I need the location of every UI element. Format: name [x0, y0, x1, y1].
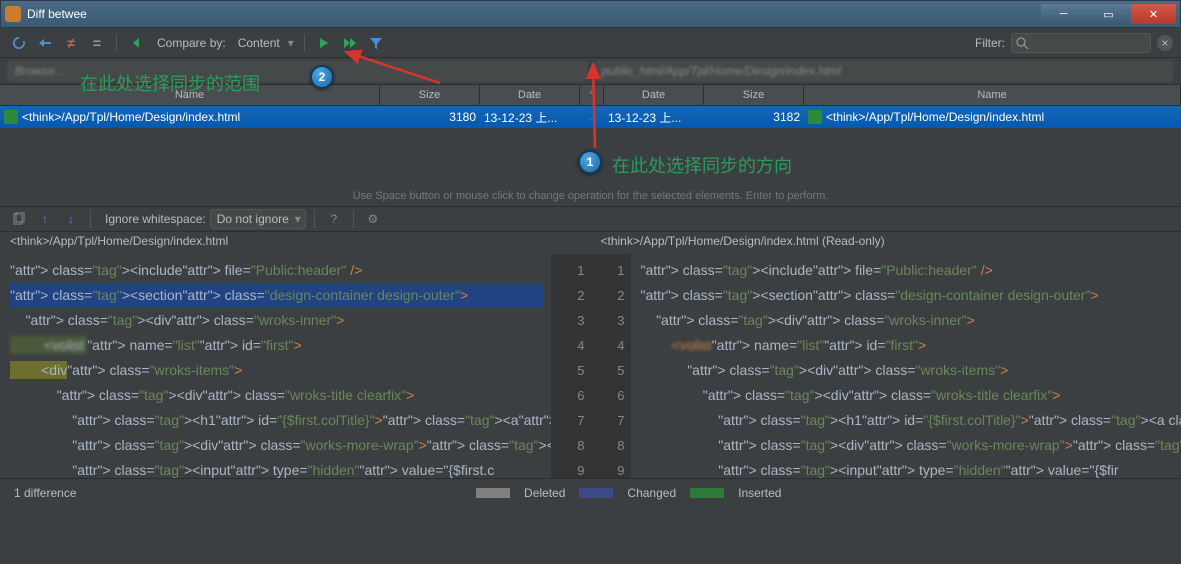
left-pane-title: <think>/App/Tpl/Home/Design/index.html [0, 232, 591, 254]
status-bar: 1 difference Deleted Changed Inserted [0, 478, 1181, 506]
swap-button[interactable] [34, 32, 56, 54]
app-icon [5, 6, 21, 22]
col-size-right[interactable]: Size [704, 85, 804, 105]
file-list-empty [0, 128, 1181, 186]
right-file-size: 3182 [704, 110, 804, 124]
next-diff-button[interactable]: ↓ [60, 208, 82, 230]
left-file-name: <think>/App/Tpl/Home/Design/index.html [22, 110, 240, 124]
maximize-button[interactable]: ▭ [1086, 4, 1131, 24]
compare-by-label: Compare by: [157, 36, 226, 50]
col-date-left[interactable]: Date [480, 85, 580, 105]
window-title: Diff betwee [27, 7, 1041, 21]
diff-count: 1 difference [14, 486, 77, 500]
not-equal-button[interactable]: ≠ [60, 32, 82, 54]
sync-run-button[interactable] [313, 32, 335, 54]
search-icon [1015, 36, 1029, 50]
prev-diff-button[interactable]: ↑ [34, 208, 56, 230]
refresh-button[interactable] [8, 32, 30, 54]
right-file-name: <think>/App/Tpl/Home/Design/index.html [826, 110, 1044, 124]
col-date-right[interactable]: Date [604, 85, 704, 105]
html-file-icon [808, 110, 822, 124]
help-button[interactable]: ? [323, 208, 345, 230]
sync-direction-icon[interactable]: → [580, 110, 604, 124]
settings-icon[interactable]: ⚙ [362, 208, 384, 230]
paths-row: Browse... public_html/App/Tpl/Home/Desig… [0, 58, 1181, 84]
compare-by-select[interactable]: Content [232, 34, 296, 52]
minimize-button[interactable]: ─ [1041, 4, 1086, 24]
copy-button[interactable] [8, 208, 30, 230]
file-row[interactable]: <think>/App/Tpl/Home/Design/index.html 3… [0, 106, 1181, 128]
filter-icon[interactable] [365, 32, 387, 54]
col-name-right[interactable]: Name [804, 85, 1181, 105]
left-code-pane[interactable]: "attr"> class="tag"><include"attr"> file… [0, 254, 591, 478]
left-path-input[interactable]: Browse... [8, 61, 587, 81]
left-file-size: 3180 [380, 110, 480, 124]
ignore-whitespace-label: Ignore whitespace: [105, 212, 206, 226]
sync-run-all-button[interactable] [339, 32, 361, 54]
file-table-header: Name Size Date * Date Size Name [0, 84, 1181, 106]
close-button[interactable]: ✕ [1131, 4, 1176, 24]
right-path-input[interactable]: public_html/App/Tpl/Home/Design/index.ht… [595, 61, 1174, 81]
legend-deleted-swatch [476, 488, 510, 498]
right-gutter: 123456789 [591, 254, 631, 478]
col-name-left[interactable]: Name [0, 85, 380, 105]
main-toolbar: ≠ = Compare by: Content Filter: × [0, 28, 1181, 58]
col-size-left[interactable]: Size [380, 85, 480, 105]
legend-changed: Changed [627, 486, 676, 500]
clear-filter-button[interactable]: × [1157, 35, 1173, 51]
right-code-pane[interactable]: 123456789 "attr"> class="tag"><include"a… [591, 254, 1181, 478]
left-gutter: 123456789 [551, 254, 591, 478]
right-file-date: 13-12-23 上... [604, 109, 704, 126]
left-file-date: 13-12-23 上... [480, 109, 580, 126]
filter-label: Filter: [975, 36, 1005, 50]
hint-text: Use Space button or mouse click to chang… [0, 186, 1181, 206]
diff-toolbar: ↑ ↓ Ignore whitespace: Do not ignore ? ⚙ [0, 206, 1181, 232]
legend-changed-swatch [579, 488, 613, 498]
legend-deleted: Deleted [524, 486, 565, 500]
sync-back-button[interactable] [125, 32, 147, 54]
legend-inserted: Inserted [738, 486, 781, 500]
html-file-icon [4, 110, 18, 124]
equal-button[interactable]: = [86, 32, 108, 54]
legend-inserted-swatch [690, 488, 724, 498]
right-pane-title: <think>/App/Tpl/Home/Design/index.html (… [591, 232, 1181, 254]
filter-input[interactable] [1011, 33, 1151, 53]
diff-viewer: "attr"> class="tag"><include"attr"> file… [0, 254, 1181, 478]
col-action: * [580, 85, 604, 105]
ignore-whitespace-select[interactable]: Do not ignore [210, 209, 306, 229]
window-titlebar: Diff betwee ─ ▭ ✕ [0, 0, 1181, 28]
